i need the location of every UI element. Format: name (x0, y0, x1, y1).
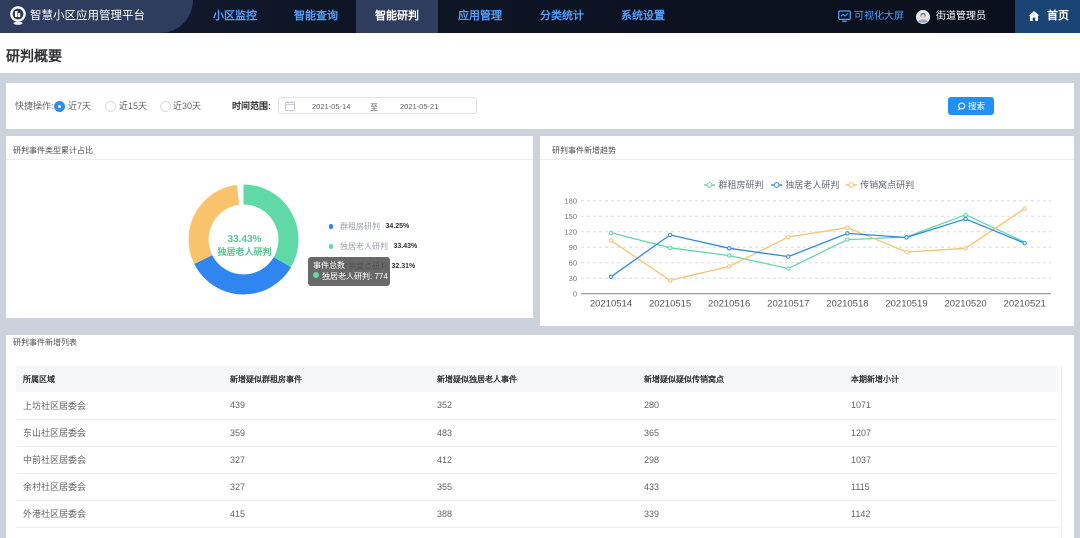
svg-text:120: 120 (564, 227, 577, 236)
svg-text:20210515: 20210515 (649, 299, 691, 310)
svg-text:独居老人研判: 独居老人研判 (785, 179, 839, 190)
svg-text:20210517: 20210517 (767, 299, 809, 310)
svg-text:20210514: 20210514 (590, 299, 632, 310)
svg-text:0: 0 (573, 289, 577, 298)
svg-text:150: 150 (564, 212, 577, 221)
svg-text:群租房研判: 群租房研判 (719, 179, 764, 190)
svg-text:20210521: 20210521 (1004, 299, 1046, 310)
svg-text:20210519: 20210519 (885, 299, 927, 310)
svg-text:传销窝点研判: 传销窝点研判 (860, 179, 914, 190)
svg-text:20210518: 20210518 (826, 299, 868, 310)
svg-text:20210516: 20210516 (708, 299, 750, 310)
svg-text:30: 30 (569, 274, 577, 283)
svg-text:180: 180 (564, 196, 577, 205)
svg-text:90: 90 (569, 243, 577, 252)
svg-text:20210520: 20210520 (944, 299, 986, 310)
svg-text:60: 60 (569, 258, 577, 267)
